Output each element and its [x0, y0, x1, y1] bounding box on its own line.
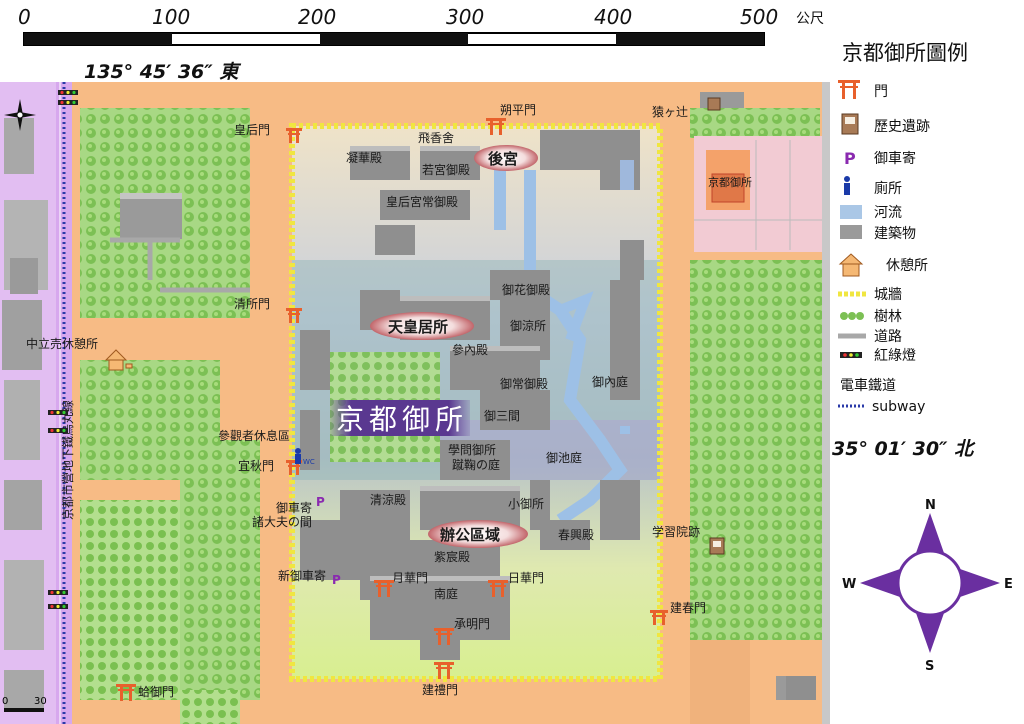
legend-item-toilet: 廁所	[844, 176, 902, 197]
label-zichendian: 紫宸殿	[434, 549, 470, 564]
label-yusanjian: 御三間	[484, 408, 520, 423]
label-subway-line: 京都市營地下鐵烏丸線	[60, 400, 75, 520]
inset-label: 京都御所	[708, 175, 752, 189]
pill-office: 辦公區域	[428, 520, 528, 548]
historic-site-icon	[709, 537, 725, 555]
historic-site-icon	[707, 97, 721, 111]
label-canguanzhe: 參觀者休息區	[218, 428, 290, 443]
svg-text:P: P	[844, 149, 856, 168]
longitude-label: 135° 45′ 36″ 東	[84, 61, 241, 83]
label-xuewensuo: 學問御所	[448, 442, 496, 457]
legend: 京都御所圖例 門 歷史遺跡 P 御車寄 廁所 河流 建築物 休憩所 城牆 樹林 …	[838, 41, 968, 415]
label-xiaoyusuo: 小御所	[508, 496, 544, 511]
legend-item-historic: 歷史遺跡	[841, 113, 930, 135]
svg-text:紅綠燈: 紅綠燈	[874, 348, 916, 364]
svg-text:後宮: 後宮	[487, 150, 518, 168]
compass-n: N	[925, 498, 936, 513]
label-huanghoumen: 皇后門	[234, 123, 270, 137]
scale-tick-0: 0	[18, 5, 31, 29]
label-yuhuadian: 御花御殿	[502, 282, 550, 297]
svg-text:subway: subway	[872, 399, 925, 415]
latitude-label: 35° 01′ 30″ 北	[832, 438, 976, 460]
compass-e: E	[1004, 577, 1013, 592]
label-ningxiang: 凝華殿	[346, 150, 382, 165]
legend-item-tram: 電車鐵道	[840, 377, 896, 394]
legend-item-road: 道路	[838, 329, 902, 345]
label-mitsuting: 蹴鞠の庭	[452, 457, 500, 472]
scale-unit: 公尺	[796, 11, 824, 27]
map-area: 京都御所 京都御所 後宮 天皇居所 辦公區域 飛香舍 凝華殿 若宮御殿 皇后宮常…	[0, 82, 830, 724]
parking-icon: P	[332, 573, 341, 587]
svg-text:建築物: 建築物	[874, 226, 916, 242]
label-jianlimen: 建禮門	[422, 683, 458, 697]
legend-title: 京都御所圖例	[842, 41, 968, 65]
parking-icon: P	[316, 495, 325, 509]
svg-text:歷史遺跡: 歷史遺跡	[874, 119, 930, 135]
scale-tick-100: 100	[152, 5, 190, 29]
label-yuchejiyi: 御車寄	[276, 500, 312, 515]
legend-item-rest: 休憩所	[838, 253, 928, 277]
label-yuchangyu: 御常御殿	[500, 376, 548, 391]
palace-title: 京都御所	[336, 403, 468, 436]
svg-text:30: 30	[34, 696, 47, 707]
compass-w: W	[842, 577, 856, 592]
label-chunxingdian: 春興殿	[558, 528, 594, 542]
label-qingsuomen: 清所門	[234, 297, 270, 311]
svg-text:城牆: 城牆	[874, 287, 902, 303]
scale-tick-300: 300	[446, 5, 484, 29]
scale-bar: 0 100 200 300 400 500 公尺	[18, 5, 824, 46]
label-ruoguan: 若宮御殿	[422, 162, 470, 177]
svg-text:休憩所: 休憩所	[886, 257, 928, 274]
label-jianchunmen: 建春門	[670, 601, 706, 615]
legend-item-parking: P 御車寄	[844, 149, 916, 168]
pill-rear-palace: 後宮	[474, 145, 538, 171]
legend-item-forest: 樹林	[840, 309, 902, 325]
label-rihuamen: 日華門	[508, 571, 544, 585]
label-yuneiting: 御內庭	[592, 374, 628, 389]
compass-s: S	[925, 659, 934, 674]
scale-tick-200: 200	[298, 5, 336, 29]
inset-map: 京都御所	[694, 136, 822, 252]
compass-rose: N S W E	[842, 498, 1013, 674]
svg-text:樹林: 樹林	[874, 309, 902, 325]
label-nanting: 南庭	[434, 586, 458, 601]
label-xueixiyuan: 学習院跡	[652, 524, 700, 539]
svg-text:道路: 道路	[874, 329, 902, 345]
label-yiqiumen: 宜秋門	[238, 458, 274, 473]
legend-item-gate: 門	[838, 80, 888, 100]
svg-text:廁所: 廁所	[874, 180, 902, 197]
pill-emperor: 天皇居所	[370, 312, 474, 340]
svg-text:0: 0	[2, 696, 8, 707]
svg-text:辦公區域: 辦公區域	[440, 526, 500, 544]
label-yuchiting: 御池庭	[546, 450, 582, 465]
label-zhongli: 中立売休憩所	[26, 336, 98, 351]
svg-text:WC: WC	[303, 458, 315, 466]
legend-item-traffic: 紅綠燈	[840, 348, 916, 364]
label-qingliangdian: 清涼殿	[370, 492, 406, 507]
kyoto-gosho-map: 0 100 200 300 400 500 公尺 京都御所 京都御所 後宮 天皇…	[0, 5, 1013, 724]
legend-item-subway: subway	[838, 399, 925, 415]
label-feixiang: 飛香舍	[418, 130, 454, 145]
label-yuxuesuo: 御涼所	[510, 318, 546, 333]
label-xinyuche: 新御車寄	[278, 568, 326, 583]
svg-text:門: 門	[874, 84, 888, 100]
label-zhudafu: 諸大夫の間	[252, 514, 312, 529]
legend-item-river: 河流	[840, 205, 902, 221]
svg-text:御車寄: 御車寄	[874, 150, 916, 167]
svg-text:天皇居所: 天皇居所	[388, 318, 448, 336]
scale-tick-500: 500	[740, 5, 778, 29]
label-chengmingmen: 承明門	[454, 617, 490, 631]
label-ganmen: 蛤御門	[138, 684, 174, 699]
legend-item-building: 建築物	[840, 225, 916, 242]
svg-text:河流: 河流	[874, 205, 902, 221]
svg-text:電車鐵道: 電車鐵道	[840, 377, 896, 394]
label-huanghou: 皇后宮常御殿	[386, 194, 458, 209]
label-shuopingmen: 朔平門	[500, 102, 536, 117]
label-yuanke: 猿ヶ辻	[652, 104, 688, 119]
label-canneidian: 參內殿	[452, 342, 488, 357]
label-yuehuamen: 月華門	[392, 571, 428, 585]
scale-tick-400: 400	[594, 5, 632, 29]
legend-item-wall: 城牆	[838, 287, 902, 303]
